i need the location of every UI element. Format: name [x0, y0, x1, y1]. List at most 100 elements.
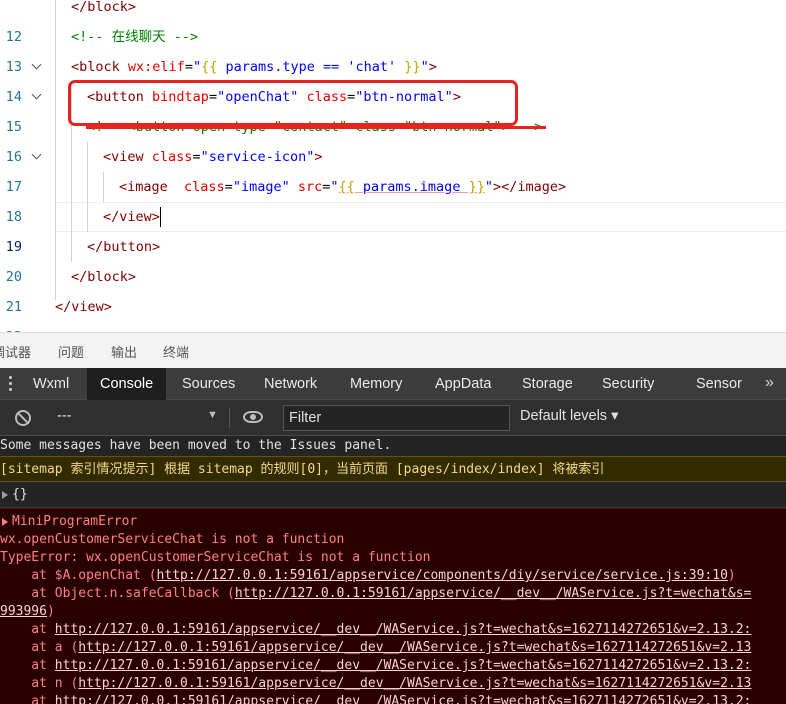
clear-console-icon[interactable]: [15, 410, 31, 426]
stack-suffix: ): [46, 604, 55, 619]
red-strike-line: [86, 126, 546, 129]
code-token: </button>: [87, 239, 161, 255]
stack-frame: at Object.n.safeCallback (http://127.0.0…: [0, 585, 751, 603]
stack-frame: at http://127.0.0.1:59161/appservice/__d…: [0, 693, 751, 704]
stack-prefix: at $A.openChat (: [0, 568, 157, 583]
stack-link[interactable]: http://127.0.0.1:59161/appservice/__dev_…: [78, 676, 751, 691]
tab-debugger[interactable]: 调试器: [0, 342, 31, 361]
code-line: 17 <view class="service-icon">: [0, 142, 786, 195]
stack-frame: at a (http://127.0.0.1:59161/appservice/…: [0, 639, 751, 657]
stack-prefix: at: [0, 622, 55, 637]
error-message: wx.openCustomerServiceChat is not a func…: [0, 532, 345, 547]
code-token: <view: [103, 149, 152, 165]
code-line: 18 <image class="image" src="{{ params.i…: [0, 172, 786, 225]
stack-prefix: at Object.n.safeCallback (: [0, 586, 235, 601]
fold-chevron-icon[interactable]: [30, 82, 44, 112]
stack-frame: at http://127.0.0.1:59161/appservice/__d…: [0, 657, 751, 675]
error-title-row[interactable]: MiniProgramError: [0, 513, 137, 531]
stack-frame: at $A.openChat (http://127.0.0.1:59161/a…: [0, 567, 735, 585]
stack-link[interactable]: http://127.0.0.1:59161/appservice/__dev_…: [55, 622, 752, 637]
code-line: 21 </block>: [0, 262, 786, 315]
stack-link[interactable]: http://127.0.0.1:59161/appservice/compon…: [157, 568, 728, 583]
console-output: Some messages have been moved to the Iss…: [0, 436, 786, 704]
code-token: "service-icon": [200, 149, 315, 165]
code-token: <image: [119, 179, 185, 195]
tab-terminal[interactable]: 终端: [163, 342, 189, 361]
code-token: >: [314, 149, 323, 165]
stack-link[interactable]: http://127.0.0.1:59161/appservice/__dev_…: [235, 586, 752, 601]
stack-prefix: at: [0, 658, 55, 673]
code-text: </view>: [103, 202, 162, 232]
tab-storage[interactable]: Storage: [522, 368, 573, 400]
tab-security[interactable]: Security: [602, 368, 654, 400]
stack-frame: at http://127.0.0.1:59161/appservice/__d…: [0, 621, 751, 639]
red-annotation-box: [68, 80, 518, 126]
code-editor[interactable]: 12 </block> 13 <!-- 在线聊天 --> 14 <block w…: [0, 0, 786, 332]
bottom-panel-tabs: 调试器 问题 输出 终端: [0, 332, 786, 368]
tab-wxml[interactable]: Wxml: [33, 368, 69, 400]
code-token: <!-- 在线聊天 -->: [71, 29, 199, 45]
stack-link[interactable]: http://127.0.0.1:59161/appservice/__dev_…: [55, 658, 752, 673]
tab-console[interactable]: Console: [87, 368, 167, 400]
code-token: ": [484, 179, 493, 195]
expand-triangle-icon[interactable]: [2, 517, 8, 526]
console-warning-message: [sitemap 索引情况提示] 根据 sitemap 的规则[0]，当前页面 …: [0, 456, 786, 482]
devtools-panel: Wxml Console Sources Network Memory AppD…: [0, 368, 786, 704]
code-line: 13 <!-- 在线聊天 -->: [0, 22, 786, 75]
code-token: ": [330, 179, 339, 195]
tab-network[interactable]: Network: [264, 368, 317, 400]
code-line: 20 </button>: [0, 232, 786, 285]
code-token: }}: [404, 59, 421, 75]
code-line: 22 </view>: [0, 292, 786, 332]
code-token: }}: [468, 179, 485, 195]
code-token: </block>: [71, 269, 137, 285]
filter-input[interactable]: [283, 405, 510, 431]
fold-chevron-icon[interactable]: [30, 52, 44, 82]
code-token: "image": [232, 179, 290, 195]
code-text: </block>: [71, 0, 136, 22]
more-tabs-icon[interactable]: »: [765, 368, 774, 400]
console-object-message[interactable]: {}: [0, 482, 786, 508]
kebab-menu-icon[interactable]: [9, 376, 12, 392]
code-token: ": [420, 59, 429, 75]
line-number: 22: [0, 322, 22, 332]
tab-output[interactable]: 输出: [111, 342, 137, 361]
console-toolbar: --- ▼ Default levels ▾: [0, 400, 786, 436]
code-text: </block>: [71, 262, 136, 292]
fold-chevron-icon[interactable]: [30, 142, 44, 172]
code-token: </block>: [71, 0, 137, 15]
context-select[interactable]: ---: [57, 408, 72, 424]
stack-frame: 993996): [0, 603, 55, 621]
devtools-tab-bar: Wxml Console Sources Network Memory AppD…: [0, 368, 786, 400]
tab-memory[interactable]: Memory: [350, 368, 402, 400]
tab-appdata[interactable]: AppData: [435, 368, 491, 400]
stack-link[interactable]: http://127.0.0.1:59161/appservice/__dev_…: [78, 640, 751, 655]
log-levels-dropdown[interactable]: Default levels ▾: [520, 408, 618, 424]
stack-link[interactable]: http://127.0.0.1:59161/appservice/__dev_…: [55, 694, 752, 704]
code-text: </button>: [87, 232, 160, 262]
chevron-down-icon[interactable]: ▼: [207, 409, 218, 421]
code-token: src: [289, 179, 323, 195]
code-token: {{: [338, 179, 355, 195]
code-token: ></image>: [492, 179, 567, 195]
stack-prefix: at a (: [0, 640, 79, 655]
error-title: MiniProgramError: [12, 514, 138, 529]
code-text: </view>: [55, 292, 112, 322]
code-token: </view>: [103, 209, 160, 225]
tab-problems[interactable]: 问题: [58, 342, 84, 361]
expand-triangle-icon[interactable]: [2, 490, 8, 499]
tab-sources[interactable]: Sources: [182, 368, 235, 400]
code-token: class: [151, 149, 193, 165]
code-token: wx:elif: [127, 59, 185, 75]
error-type-line: TypeError: wx.openCustomerServiceChat is…: [0, 550, 431, 565]
stack-prefix: at n (: [0, 676, 79, 691]
code-token: {{: [201, 59, 218, 75]
code-comment: <!-- 在线聊天 -->: [71, 22, 198, 52]
code-line: 14 <block wx:elif="{{ params.type == 'ch…: [0, 52, 786, 105]
eye-icon[interactable]: [243, 411, 263, 423]
console-error-message: MiniProgramError wx.openCustomerServiceC…: [0, 508, 786, 704]
code-token: =: [224, 179, 233, 195]
stack-link[interactable]: 993996: [0, 604, 47, 619]
code-token: params.type == 'chat': [217, 59, 405, 75]
tab-sensor[interactable]: Sensor: [696, 368, 742, 400]
